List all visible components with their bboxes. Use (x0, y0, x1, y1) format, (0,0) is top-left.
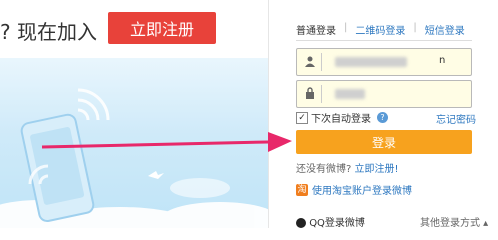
arrow-icon (41, 132, 292, 152)
